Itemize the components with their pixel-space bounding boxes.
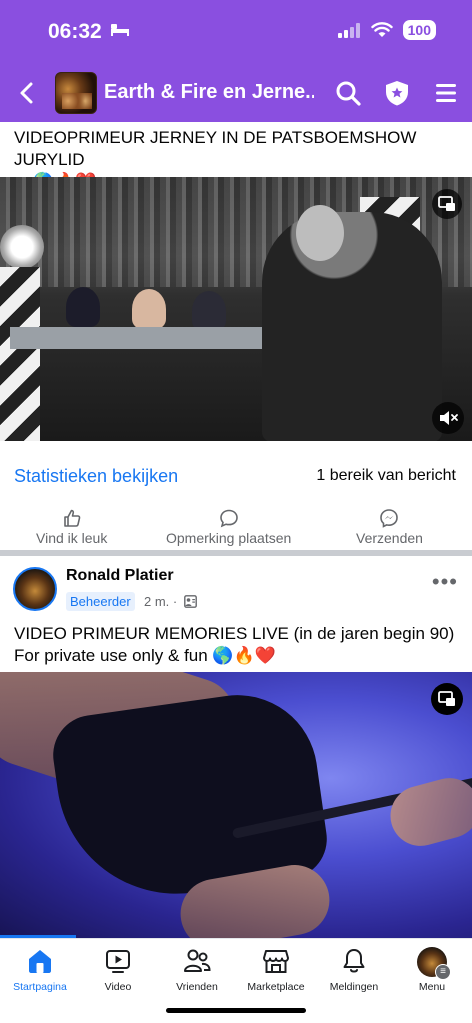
video-player[interactable] (0, 672, 472, 938)
search-icon[interactable] (334, 79, 362, 107)
video-icon (106, 950, 130, 973)
friends-icon (184, 949, 211, 972)
post-text-line: VIDEO PRIMEUR MEMORIES LIVE (in de jaren… (14, 624, 455, 643)
status-indicators: 100 (337, 20, 436, 40)
tab-video[interactable]: Video (78, 947, 158, 993)
audience-friends-icon (184, 595, 197, 608)
video-scene-jury (66, 287, 100, 327)
like-label: Vind ik leuk (36, 530, 108, 546)
tab-label: Video (104, 981, 132, 993)
speaker-muted-icon (440, 411, 458, 425)
role-badge: Beheerder (66, 592, 135, 611)
tab-friends[interactable]: Vrienden (157, 947, 237, 993)
like-button[interactable]: Vind ik leuk (36, 508, 107, 546)
marketplace-icon (263, 950, 289, 973)
video-scene-head (296, 205, 344, 261)
video-scene-jury (192, 291, 226, 331)
video-scene-striped-pillar (0, 267, 40, 441)
group-avatar[interactable] (55, 72, 97, 114)
picture-in-picture-icon (438, 691, 455, 706)
signal-icon (337, 23, 360, 38)
video-scene-jury (132, 289, 166, 329)
status-bar: 06:32 100 (0, 0, 472, 64)
video-scene-person (262, 212, 442, 441)
tab-label: Startpagina (13, 981, 67, 993)
tab-marketplace[interactable]: Marketplace (236, 947, 316, 993)
tab-notifications[interactable]: Meldingen (314, 947, 394, 993)
home-indicator (166, 1008, 306, 1013)
bell-icon (343, 949, 365, 973)
post-text-line: For private use only & fun 🌎🔥❤️ (14, 646, 276, 665)
comment-label: Opmerking plaatsen (166, 530, 292, 546)
picture-in-picture-icon (438, 196, 455, 211)
status-time: 06:32 (48, 20, 102, 43)
video-player[interactable] (0, 177, 472, 441)
video-scene-hand (383, 771, 472, 853)
video-scene-lamp (0, 225, 44, 269)
author-avatar[interactable] (13, 567, 57, 611)
post-actions: Vind ik leuk Opmerking plaatsen Verzende… (0, 508, 472, 548)
comment-button[interactable]: Opmerking plaatsen (166, 508, 291, 546)
picture-in-picture-button[interactable] (431, 683, 463, 715)
home-icon (29, 950, 51, 973)
tab-menu[interactable]: Menu (392, 947, 472, 993)
post-text: VIDEO PRIMEUR MEMORIES LIVE (in de jaren… (14, 623, 454, 667)
tab-home[interactable]: Startpagina (0, 947, 80, 993)
admin-shield-icon[interactable] (383, 79, 411, 107)
more-options-button[interactable]: ••• (432, 569, 458, 595)
send-button[interactable]: Verzenden (356, 508, 423, 546)
comment-icon (219, 509, 238, 528)
thumbs-up-icon (63, 509, 81, 527)
picture-in-picture-button[interactable] (432, 189, 462, 219)
back-icon[interactable] (14, 80, 40, 106)
profile-avatar (417, 947, 451, 980)
tab-label: Marketplace (247, 981, 305, 993)
post-text-line: VIDEOPRIMEUR JERNEY IN DE PATSBOEMSHOW J… (14, 128, 417, 169)
author-name[interactable]: Ronald Platier (66, 567, 174, 585)
battery-indicator: 100 (402, 20, 436, 40)
wifi-icon (370, 22, 393, 37)
mute-button[interactable] (432, 402, 464, 434)
post-timestamp[interactable]: 2 m. · (144, 594, 177, 609)
tab-label: Vrienden (176, 981, 218, 993)
sleep-focus-icon (111, 24, 129, 36)
page-title[interactable]: Earth & Fire en Jerne... (104, 81, 314, 104)
app-header: Earth & Fire en Jerne... (0, 64, 472, 122)
tab-label: Menu (418, 981, 446, 993)
post-reach: 1 bereik van bericht (316, 467, 456, 484)
view-insights-link[interactable]: Statistieken bekijken (14, 466, 178, 487)
menu-icon[interactable] (432, 79, 460, 107)
tab-label: Meldingen (329, 981, 379, 993)
messenger-icon (380, 509, 399, 528)
send-label: Verzenden (356, 530, 423, 546)
feed-divider (0, 550, 472, 556)
